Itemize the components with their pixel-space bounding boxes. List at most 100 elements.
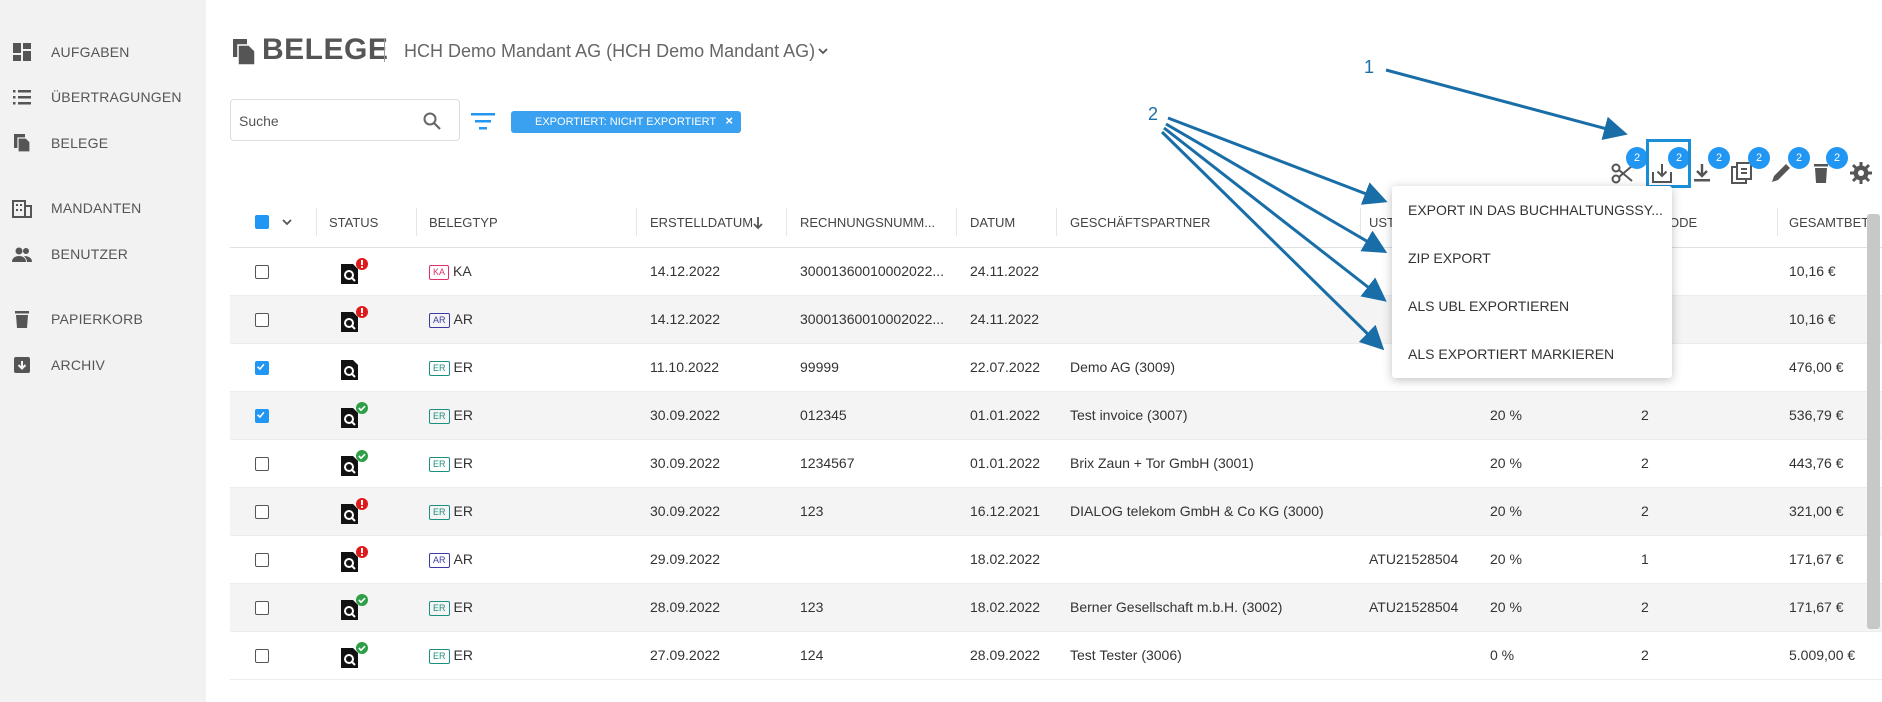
sidebar-item-aufgaben[interactable]: AUFGABEN — [0, 34, 206, 70]
search-icon[interactable] — [422, 111, 442, 131]
row-checkbox[interactable] — [255, 409, 269, 423]
client-selector[interactable]: HCH Demo Mandant AG (HCH Demo Mandant AG… — [404, 41, 815, 62]
row-checkbox[interactable] — [255, 553, 269, 567]
dashboard-icon — [13, 43, 31, 61]
column-divider — [786, 208, 787, 236]
row-checkbox[interactable] — [255, 265, 269, 279]
cell-rechnungsnummer: 30001360010002022... — [800, 263, 945, 279]
doc-type-label: ER — [453, 359, 473, 375]
cell-gesamtbetrag: 171,67 € — [1789, 599, 1844, 615]
count-badge: 2 — [1788, 147, 1810, 169]
doc-type-label: ER — [453, 647, 473, 663]
vertical-scrollbar[interactable] — [1867, 214, 1880, 629]
sidebar-item-archiv[interactable]: ARCHIV — [0, 347, 206, 383]
header-datum[interactable]: DATUM — [970, 215, 1015, 230]
document-search-icon[interactable] — [338, 594, 368, 624]
doc-type-label: AR — [453, 551, 473, 567]
header-rechnungsnummer[interactable]: RECHNUNGSNUMM... — [800, 215, 935, 230]
sort-down-icon[interactable] — [752, 215, 764, 231]
doc-type-tag: AR — [429, 553, 450, 568]
count-badge: 2 — [1708, 147, 1730, 169]
building-icon — [12, 200, 32, 218]
row-checkbox[interactable] — [255, 505, 269, 519]
cell-erstelldatum: 30.09.2022 — [650, 407, 721, 423]
cell-tax-code: 2 — [1641, 503, 1649, 519]
menu-item-mark-exported[interactable]: ALS EXPORTIERT MARKIEREN — [1392, 330, 1672, 378]
row-checkbox[interactable] — [255, 313, 269, 327]
row-checkbox[interactable] — [255, 649, 269, 663]
row-checkbox[interactable] — [255, 601, 269, 615]
cell-gesamtbetrag: 476,00 € — [1789, 359, 1844, 375]
header-erstelldatum[interactable]: ERSTELLDATUM — [650, 215, 753, 230]
check-icon — [257, 363, 265, 371]
export-menu: EXPORT IN DAS BUCHHALTUNGSSY... ZIP EXPO… — [1392, 186, 1672, 378]
table-row[interactable]: ER ER 30.09.2022 012345 01.01.2022 Test invoi… — [230, 392, 1882, 440]
document-search-icon[interactable] — [338, 642, 368, 672]
settings-icon[interactable] — [1848, 160, 1874, 186]
document-search-icon[interactable] — [338, 258, 368, 288]
document-search-icon[interactable] — [338, 498, 368, 528]
sidebar-item-uebertragungen[interactable]: ÜBERTRAGUNGEN — [0, 79, 206, 115]
chevron-down-icon[interactable] — [816, 44, 830, 58]
table-row[interactable]: ER ER 27.09.2022 124 28.09.2022 Test Tester (… — [230, 632, 1882, 680]
doc-type-tag: KA — [429, 265, 450, 280]
doc-type-label: AR — [453, 311, 473, 327]
cell-tax-code: 2 — [1641, 599, 1649, 615]
cell-rechnungsnummer: 30001360010002022... — [800, 311, 945, 327]
table-row[interactable]: ER ER 28.09.2022 123 18.02.2022 Berner Gesell… — [230, 584, 1882, 632]
sidebar-item-belege[interactable]: BELEGE — [0, 125, 206, 161]
cell-belegtyp: AR AR — [429, 311, 473, 328]
menu-item-zip-export[interactable]: ZIP EXPORT — [1392, 234, 1672, 282]
sidebar-item-mandanten[interactable]: MANDANTEN — [0, 190, 206, 226]
row-checkbox[interactable] — [255, 361, 269, 375]
sidebar-item-label: AUFGABEN — [51, 44, 130, 60]
list-icon — [13, 90, 31, 105]
column-divider — [636, 208, 637, 236]
row-checkbox[interactable] — [255, 457, 269, 471]
doc-type-label: ER — [453, 407, 473, 423]
filter-chip[interactable]: EXPORTIERT: NICHT EXPORTIERT × — [511, 111, 741, 133]
menu-item-export-accounting[interactable]: EXPORT IN DAS BUCHHALTUNGSSY... — [1392, 186, 1672, 234]
cell-ust: ATU21528504 — [1369, 551, 1459, 567]
select-all-checkbox[interactable] — [255, 215, 269, 229]
document-search-icon[interactable] — [338, 402, 368, 432]
sidebar-item-papierkorb[interactable]: PAPIERKORB — [0, 301, 206, 337]
sidebar-item-benutzer[interactable]: BENUTZER — [0, 236, 206, 272]
table-row[interactable]: AR AR 29.09.2022 18.02.2022 ATU21528504 20 % 1… — [230, 536, 1882, 584]
doc-type-label: ER — [453, 503, 473, 519]
cell-tax-code: 2 — [1641, 407, 1649, 423]
doc-type-label: ER — [453, 599, 473, 615]
header-belegtyp[interactable]: BELEGTYP — [429, 215, 498, 230]
cell-erstelldatum: 28.09.2022 — [650, 599, 721, 615]
header-gesamtbetrag[interactable]: GESAMTBET — [1789, 215, 1869, 230]
cell-gesamtbetrag: 321,00 € — [1789, 503, 1844, 519]
annotation-label-1: 1 — [1364, 57, 1375, 77]
cell-rechnungsnummer: 123 — [800, 599, 824, 615]
cell-gesamtbetrag: 5.009,00 € — [1789, 647, 1856, 663]
document-search-icon[interactable] — [338, 306, 368, 336]
menu-item-ubl-export[interactable]: ALS UBL EXPORTIEREN — [1392, 282, 1672, 330]
close-icon[interactable]: × — [725, 113, 733, 128]
cell-gesamtbetrag: 10,16 € — [1789, 263, 1836, 279]
search-input[interactable] — [239, 110, 409, 132]
header-status[interactable]: STATUS — [329, 215, 378, 230]
page-title: BELEGE — [262, 33, 389, 66]
doc-type-tag: ER — [429, 409, 450, 424]
users-icon — [12, 247, 32, 262]
filter-icon[interactable] — [470, 110, 496, 132]
document-search-icon[interactable] — [338, 450, 368, 480]
table-row[interactable]: ER ER 30.09.2022 123 16.12.2021 DIALOG teleko… — [230, 488, 1882, 536]
count-badge: 2 — [1748, 147, 1770, 169]
table-row[interactable]: ER ER 30.09.2022 1234567 01.01.2022 Brix Zaun… — [230, 440, 1882, 488]
cell-belegtyp: KA KA — [429, 263, 472, 280]
cell-datum: 22.07.2022 — [970, 359, 1041, 375]
title-divider — [384, 38, 385, 62]
header-geschaeftspartner[interactable]: GESCHÄFTSPARTNER — [1070, 215, 1210, 230]
chevron-down-icon[interactable] — [280, 215, 294, 229]
cell-geschaeftspartner: Demo AG (3009) — [1070, 359, 1176, 375]
column-divider — [1777, 208, 1778, 236]
document-search-icon[interactable] — [338, 546, 368, 576]
cell-geschaeftspartner: Test invoice (3007) — [1070, 407, 1188, 423]
annotation-label-2: 2 — [1148, 104, 1159, 124]
document-search-icon[interactable] — [338, 354, 368, 384]
